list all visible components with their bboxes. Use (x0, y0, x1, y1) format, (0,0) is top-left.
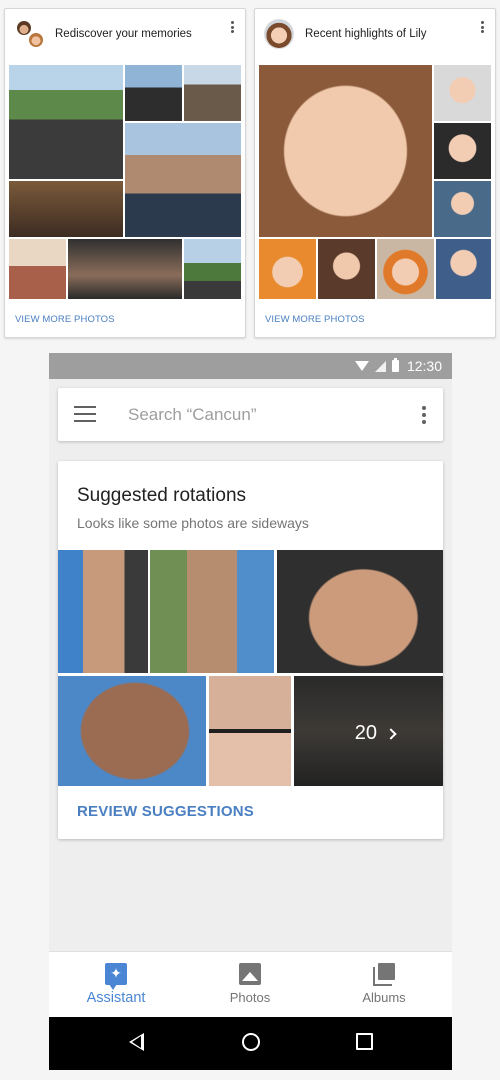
photo-thumbnail[interactable] (209, 676, 291, 786)
more-options-icon[interactable] (421, 406, 427, 424)
photo-thumbnail-more[interactable]: 20 (294, 676, 443, 786)
home-icon[interactable] (242, 1033, 260, 1051)
photo-thumbnail[interactable] (377, 239, 434, 299)
photo-thumbnail[interactable] (434, 65, 491, 121)
more-options-icon[interactable] (477, 19, 487, 35)
nav-label: Albums (362, 990, 406, 1005)
nav-item-photos[interactable]: Photos (183, 952, 317, 1018)
menu-icon[interactable] (74, 406, 96, 422)
signal-icon (374, 360, 386, 372)
person-avatar (27, 31, 45, 49)
photo-thumbnail[interactable] (68, 239, 182, 299)
search-bar[interactable] (58, 388, 443, 441)
card-subtitle: Looks like some photos are sideways (77, 515, 309, 531)
photo-thumbnail[interactable] (9, 65, 123, 179)
recent-apps-icon[interactable] (356, 1033, 373, 1050)
photo-thumbnail[interactable] (318, 239, 375, 299)
photo-thumbnail[interactable] (184, 239, 241, 299)
suggested-rotations-card: Suggested rotations Looks like some phot… (58, 461, 443, 839)
battery-icon (391, 358, 399, 372)
more-count-label: 20 (354, 722, 377, 744)
highlights-card-title: Recent highlights of Lily (305, 28, 427, 40)
highlights-card-header: Recent highlights of Lily (255, 9, 495, 65)
lily-avatar (264, 19, 294, 49)
more-photos-count[interactable]: 20 (354, 722, 397, 745)
highlights-photo-grid[interactable] (259, 65, 491, 299)
status-bar: 12:30 (49, 353, 452, 379)
photo-thumbnail[interactable] (58, 676, 206, 786)
view-more-photos-link[interactable]: VIEW MORE PHOTOS (15, 314, 115, 325)
phone-screen: 12:30 Suggested rotations Looks like som… (49, 353, 452, 1070)
memories-photo-grid[interactable] (9, 65, 241, 299)
search-input[interactable] (128, 401, 378, 429)
photo-thumbnail[interactable] (58, 550, 148, 673)
status-time: 12:30 (406, 358, 442, 374)
card-title: Suggested rotations (77, 485, 247, 506)
memories-card-header: Rediscover your memories (5, 9, 245, 65)
chevron-right-icon (385, 727, 397, 740)
nav-item-albums[interactable]: Albums (317, 952, 451, 1018)
view-more-photos-link[interactable]: VIEW MORE PHOTOS (265, 314, 365, 325)
system-navigation-bar (49, 1017, 452, 1070)
photo-thumbnail[interactable] (125, 65, 182, 121)
photo-thumbnail[interactable] (434, 181, 491, 237)
highlights-card[interactable]: Recent highlights of Lily VIEW MORE PHOT… (254, 8, 496, 338)
memories-card-title: Rediscover your memories (55, 28, 192, 40)
photo-thumbnail[interactable] (9, 239, 66, 299)
photo-thumbnail[interactable] (436, 239, 491, 299)
review-suggestions-button[interactable]: REVIEW SUGGESTIONS (77, 803, 254, 820)
bottom-navigation: Assistant Photos Albums (49, 951, 452, 1017)
photo-thumbnail[interactable] (9, 181, 123, 237)
memories-card[interactable]: Rediscover your memories VIEW MORE PHOTO… (4, 8, 246, 338)
wifi-icon (354, 361, 369, 371)
nav-label: Photos (229, 990, 271, 1005)
photo-thumbnail[interactable] (434, 123, 491, 179)
photo-thumbnail[interactable] (150, 550, 274, 673)
photo-thumbnail[interactable] (184, 65, 241, 121)
assistant-icon (105, 963, 127, 990)
photo-thumbnail[interactable] (125, 123, 241, 237)
photo-thumbnail[interactable] (277, 550, 443, 673)
rotation-photo-grid[interactable]: 20 (58, 550, 443, 786)
photo-thumbnail[interactable] (259, 65, 432, 237)
photo-thumbnail[interactable] (259, 239, 316, 299)
more-options-icon[interactable] (227, 19, 237, 35)
albums-icon (373, 963, 395, 986)
nav-label: Assistant (86, 990, 146, 1006)
back-icon[interactable] (129, 1033, 144, 1051)
nav-item-assistant[interactable]: Assistant (49, 952, 183, 1018)
photo-icon (239, 963, 261, 985)
